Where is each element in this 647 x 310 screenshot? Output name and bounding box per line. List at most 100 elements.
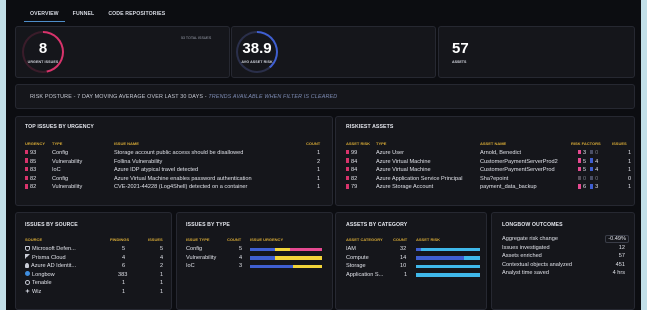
col-source[interactable]: SOURCE (25, 237, 42, 242)
issue-type-name[interactable]: IoC (186, 263, 195, 269)
col-category-risk[interactable]: ASSET RISK (416, 237, 440, 242)
col-asset-type[interactable]: TYPE (376, 141, 386, 146)
asset-issues: 1 (628, 184, 632, 191)
issue-count: 1 (317, 175, 321, 182)
urgency-bar (250, 247, 322, 251)
longbow-outcomes-title: LONGBOW OUTCOMES (502, 222, 563, 228)
avg-asset-risk-panel[interactable]: 38.9 AVG ASSET RISK (231, 26, 436, 78)
tab-overview[interactable]: OVERVIEW (24, 9, 65, 22)
urgent-issues-panel[interactable]: 8 URGENT ISSUES 53 TOTAL ISSUES (15, 26, 230, 78)
risk-factors: 30 (578, 149, 598, 156)
asset-name-link[interactable]: CustomerPaymentServerProd2 (480, 159, 558, 165)
issue-type-count: 4 (239, 254, 243, 261)
asset-category-name[interactable]: Storage (346, 263, 366, 269)
urgency-marker (25, 158, 28, 163)
col-category-count[interactable]: COUNT (393, 237, 407, 242)
asset-name-link[interactable]: Arnold, Benedict (480, 150, 521, 156)
urgency-bar-segment (250, 264, 294, 269)
col-issue-urgency[interactable]: ISSUE URGENCY (250, 237, 283, 242)
col-type-count[interactable]: COUNT (227, 237, 241, 242)
source-findings: 6 (122, 263, 126, 270)
col-type[interactable]: TYPE (52, 141, 62, 146)
asset-name-link[interactable]: CustomerPaymentServerProd (480, 167, 555, 173)
asset-issues: 1 (628, 167, 632, 174)
asset-risk-marker (346, 166, 349, 172)
asset-issues: 0 (628, 175, 632, 182)
total-issues-label: 53 TOTAL ISSUES (181, 36, 212, 40)
source-item[interactable]: Prisma Cloud (25, 254, 66, 261)
asset-category-name[interactable]: Application S... (346, 272, 383, 278)
asset-name-link[interactable]: Sha?epoint (480, 176, 508, 182)
avg-asset-risk-gauge: 38.9 AVG ASSET RISK (236, 31, 278, 73)
issue-name-link[interactable]: CVE-2021-44228 (Log4Shell) detected on a… (114, 184, 247, 190)
col-issue-name[interactable]: ISSUE NAME (114, 141, 139, 146)
outcome-label: Aggregate risk change (502, 236, 558, 242)
asset-risk-value: 84 (346, 166, 357, 173)
asset-category-name[interactable]: Compute (346, 255, 369, 261)
urgency-marker (25, 184, 28, 189)
urgency-bar-segment (275, 256, 322, 260)
asset-risk-bar-segment (416, 256, 464, 260)
asset-category-name[interactable]: IAM (346, 246, 356, 252)
col-source-issues[interactable]: ISSUES (148, 237, 163, 242)
col-asset-category[interactable]: ASSET CATEGORY (346, 237, 383, 242)
col-issues[interactable]: ISSUES (612, 141, 627, 146)
col-risk-factors[interactable]: RISK FACTORS (571, 141, 601, 146)
source-item[interactable]: Longbow (25, 271, 55, 278)
source-item[interactable]: Tenable (25, 279, 52, 286)
urgent-issues-label: URGENT ISSUES (27, 59, 59, 64)
source-findings: 1 (122, 289, 126, 295)
risk-factors: 54 (578, 166, 598, 173)
issue-type: Config (52, 175, 69, 182)
asset-risk-bar-segment (416, 273, 480, 277)
asset-risk-bar (416, 264, 480, 269)
tab-code-repositories[interactable]: CODE REPOSITORIES (102, 9, 171, 22)
risk-factors: 00 (578, 175, 599, 182)
asset-type: Azure User (376, 150, 404, 156)
issue-name-link[interactable]: Azure Virtual Machine enables password a… (114, 176, 252, 182)
col-findings[interactable]: FINDINGS (110, 237, 129, 242)
source-item[interactable]: Azure AD Identit... (25, 262, 76, 269)
asset-risk-marker (346, 184, 349, 189)
urgency-number: 83 (30, 167, 37, 174)
issue-name-link[interactable]: Azure IDP atypical travel detected (114, 167, 198, 173)
source-item[interactable]: Microsoft Defen... (25, 245, 76, 252)
star-icon (25, 288, 30, 294)
asset-name-link[interactable]: payment_data_backup (480, 184, 537, 190)
issue-name-link[interactable]: Storage account public access should be … (114, 150, 243, 156)
source-findings: 383 (118, 271, 128, 278)
assets-label: ASSETS (452, 60, 467, 64)
col-count[interactable]: COUNT (306, 141, 320, 146)
urgency-marker (25, 149, 28, 155)
outcome-label: Contextual objects analyzed (502, 261, 572, 268)
issue-type-name[interactable]: Vulnerability (186, 255, 216, 261)
outcome-value: 57 (618, 253, 625, 260)
source-name: Microsoft Defen... (32, 246, 76, 252)
col-asset-risk[interactable]: ASSET RISK (346, 141, 370, 146)
urgent-issues-value: 8 (38, 39, 48, 57)
assets-panel[interactable]: 57 ASSETS (438, 26, 635, 78)
urgency-value: 85 (25, 158, 36, 165)
asset-category-count: 14 (400, 254, 407, 261)
ring-icon (25, 279, 30, 285)
urgency-number: 93 (30, 150, 37, 156)
risk-posture-note: TRENDS AVAILABLE WHEN FILTER IS CLEARED (208, 94, 338, 100)
asset-category-count: 1 (404, 271, 408, 278)
source-issues: 5 (160, 246, 164, 252)
asset-risk-bar-segment (464, 256, 480, 260)
source-item[interactable]: Wiz (25, 288, 41, 295)
col-asset-name[interactable]: ASSET NAME (480, 141, 506, 146)
col-issue-type[interactable]: ISSUE TYPE (186, 237, 210, 242)
tab-funnel[interactable]: FUNNEL (67, 9, 101, 22)
risk-factor-b: 3 (595, 184, 599, 191)
risk-factor-b: 0 (595, 175, 599, 182)
asset-issues: 1 (628, 158, 632, 165)
source-issues: 1 (160, 289, 164, 295)
risk-factor-marker-a (578, 175, 581, 181)
issue-type-name[interactable]: Config (186, 246, 202, 252)
asset-risk-number: 99 (351, 150, 358, 156)
source-issues: 4 (160, 254, 164, 261)
issue-name-link[interactable]: Follina Vulnerability (114, 159, 162, 165)
urgency-bar-segment (293, 264, 322, 269)
col-urgency[interactable]: URGENCY (25, 141, 45, 146)
